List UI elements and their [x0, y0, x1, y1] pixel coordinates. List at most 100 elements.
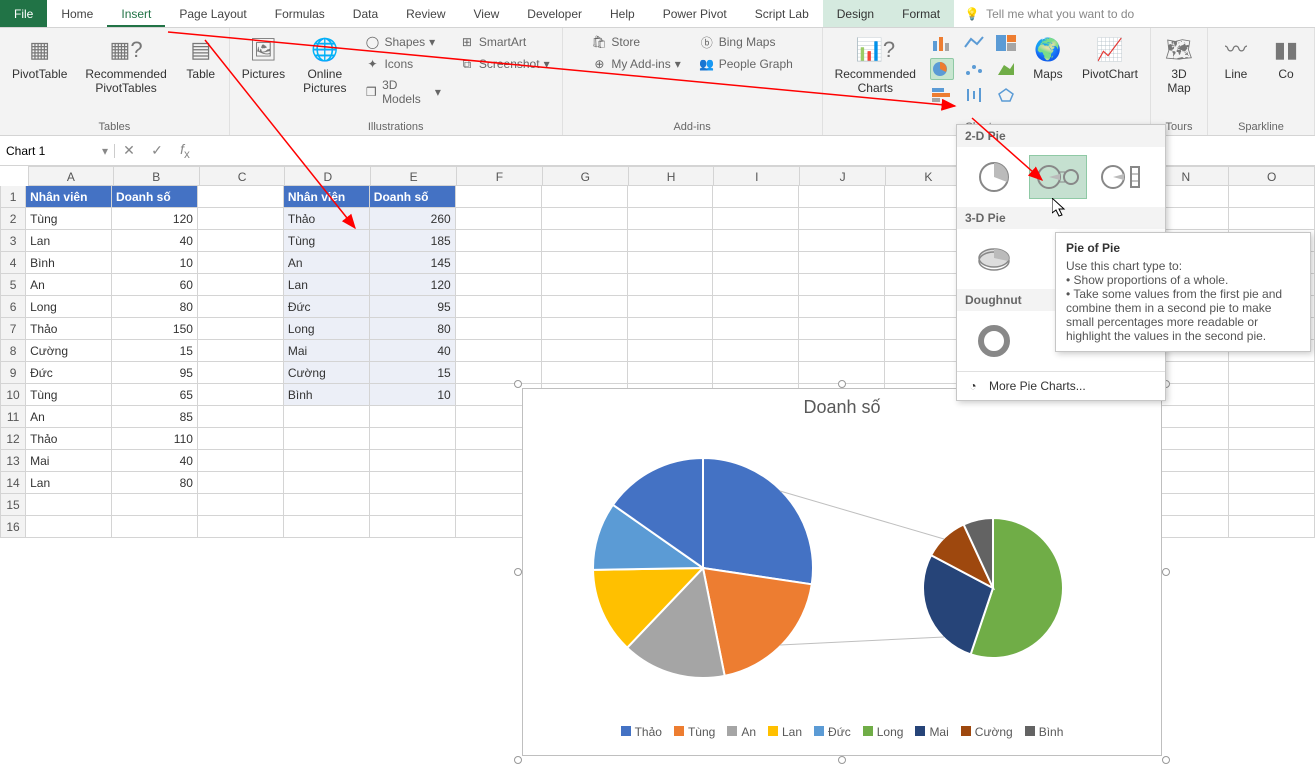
cell[interactable]: An: [26, 274, 112, 296]
tab-format[interactable]: Format: [888, 0, 954, 27]
cell[interactable]: [284, 450, 370, 472]
cell[interactable]: [713, 274, 799, 296]
cell[interactable]: [284, 472, 370, 494]
cell[interactable]: Tùng: [26, 384, 112, 406]
cell[interactable]: Bình: [26, 252, 112, 274]
cell[interactable]: [628, 274, 714, 296]
cell[interactable]: [456, 252, 542, 274]
cell[interactable]: [198, 252, 284, 274]
cell[interactable]: [799, 362, 885, 384]
cell[interactable]: [542, 362, 628, 384]
more-pie-charts-button[interactable]: ◔ More Pie Charts...: [957, 371, 1165, 400]
shapes-button[interactable]: ◯Shapes ▾: [360, 32, 444, 52]
tab-developer[interactable]: Developer: [513, 0, 596, 27]
legend-item[interactable]: Thảo: [621, 725, 662, 739]
treemap-chart-button[interactable]: [994, 32, 1018, 54]
cell[interactable]: 40: [112, 230, 198, 252]
cell[interactable]: [713, 362, 799, 384]
cell[interactable]: [456, 362, 542, 384]
tab-help[interactable]: Help: [596, 0, 649, 27]
cell[interactable]: [1229, 186, 1315, 208]
cell[interactable]: [542, 230, 628, 252]
cell[interactable]: [198, 208, 284, 230]
row-header[interactable]: 11: [0, 406, 26, 428]
cell[interactable]: [1229, 516, 1315, 538]
cell[interactable]: 185: [370, 230, 456, 252]
cell[interactable]: [370, 406, 456, 428]
cell[interactable]: [198, 472, 284, 494]
column-header[interactable]: J: [800, 166, 886, 186]
stock-chart-button[interactable]: [962, 84, 986, 106]
row-header[interactable]: 5: [0, 274, 26, 296]
cell[interactable]: Lan: [26, 230, 112, 252]
pie-option-pie-of-pie[interactable]: [1029, 155, 1087, 199]
cell[interactable]: 80: [370, 318, 456, 340]
3d-models-button[interactable]: ❒3D Models ▾: [360, 76, 444, 108]
tab-script-lab[interactable]: Script Lab: [741, 0, 823, 27]
cell[interactable]: [542, 318, 628, 340]
cell[interactable]: [198, 406, 284, 428]
cell[interactable]: Lan: [284, 274, 370, 296]
cell[interactable]: [370, 472, 456, 494]
pictures-button[interactable]: 🖼Pictures: [238, 32, 289, 84]
tab-home[interactable]: Home: [47, 0, 107, 27]
cell[interactable]: [1229, 494, 1315, 516]
chart-legend[interactable]: ThảoTùngAnLanĐứcLongMaiCườngBình: [523, 725, 1161, 739]
row-header[interactable]: 2: [0, 208, 26, 230]
tab-view[interactable]: View: [460, 0, 514, 27]
cell[interactable]: [456, 340, 542, 362]
cancel-formula-button[interactable]: ✕: [115, 142, 143, 159]
pie-option-pie[interactable]: [965, 155, 1023, 199]
cell[interactable]: [198, 274, 284, 296]
cell[interactable]: [1229, 208, 1315, 230]
column-header[interactable]: O: [1229, 166, 1315, 186]
legend-item[interactable]: Mai: [915, 725, 948, 739]
radar-chart-button[interactable]: [994, 84, 1018, 106]
cell[interactable]: [799, 230, 885, 252]
tab-file[interactable]: File: [0, 0, 47, 27]
cell[interactable]: Doanh số: [112, 186, 198, 208]
recommended-charts-button[interactable]: 📊?Recommended Charts: [831, 32, 920, 98]
cell[interactable]: 85: [112, 406, 198, 428]
cell[interactable]: 80: [112, 472, 198, 494]
cell[interactable]: [542, 208, 628, 230]
row-header[interactable]: 8: [0, 340, 26, 362]
cell[interactable]: Đức: [284, 296, 370, 318]
cell[interactable]: [628, 296, 714, 318]
legend-item[interactable]: An: [727, 725, 756, 739]
column-header[interactable]: I: [714, 166, 800, 186]
cell[interactable]: [628, 252, 714, 274]
cell[interactable]: [456, 208, 542, 230]
online-pictures-button[interactable]: 🌐Online Pictures: [299, 32, 350, 98]
cell[interactable]: 95: [112, 362, 198, 384]
scatter-chart-button[interactable]: [962, 58, 986, 80]
cell[interactable]: An: [284, 252, 370, 274]
cell[interactable]: 40: [370, 340, 456, 362]
cell[interactable]: [370, 516, 456, 538]
icons-button[interactable]: ✦Icons: [360, 54, 444, 74]
cell[interactable]: Nhân viên: [284, 186, 370, 208]
legend-item[interactable]: Bình: [1025, 725, 1064, 739]
cell[interactable]: Thảo: [26, 318, 112, 340]
row-header[interactable]: 7: [0, 318, 26, 340]
cell[interactable]: [713, 208, 799, 230]
cell[interactable]: Long: [26, 296, 112, 318]
cell[interactable]: 260: [370, 208, 456, 230]
table-button[interactable]: ▤Table: [181, 32, 221, 84]
cell[interactable]: [1229, 428, 1315, 450]
cell[interactable]: Tùng: [284, 230, 370, 252]
column-header[interactable]: D: [285, 166, 371, 186]
row-header[interactable]: 14: [0, 472, 26, 494]
maps-button[interactable]: 🌍Maps: [1028, 32, 1068, 84]
tab-insert[interactable]: Insert: [107, 0, 165, 27]
row-header[interactable]: 9: [0, 362, 26, 384]
legend-item[interactable]: Lan: [768, 725, 802, 739]
pivotchart-button[interactable]: 📈PivotChart: [1078, 32, 1142, 84]
cell[interactable]: Long: [284, 318, 370, 340]
column-header[interactable]: B: [114, 166, 200, 186]
legend-item[interactable]: Đức: [814, 725, 851, 739]
cell[interactable]: [799, 252, 885, 274]
cell[interactable]: [198, 428, 284, 450]
row-header[interactable]: 3: [0, 230, 26, 252]
chart-object[interactable]: Doanh số ThảoTùngAnLanĐứcLongMaiCườngBìn…: [522, 388, 1162, 756]
